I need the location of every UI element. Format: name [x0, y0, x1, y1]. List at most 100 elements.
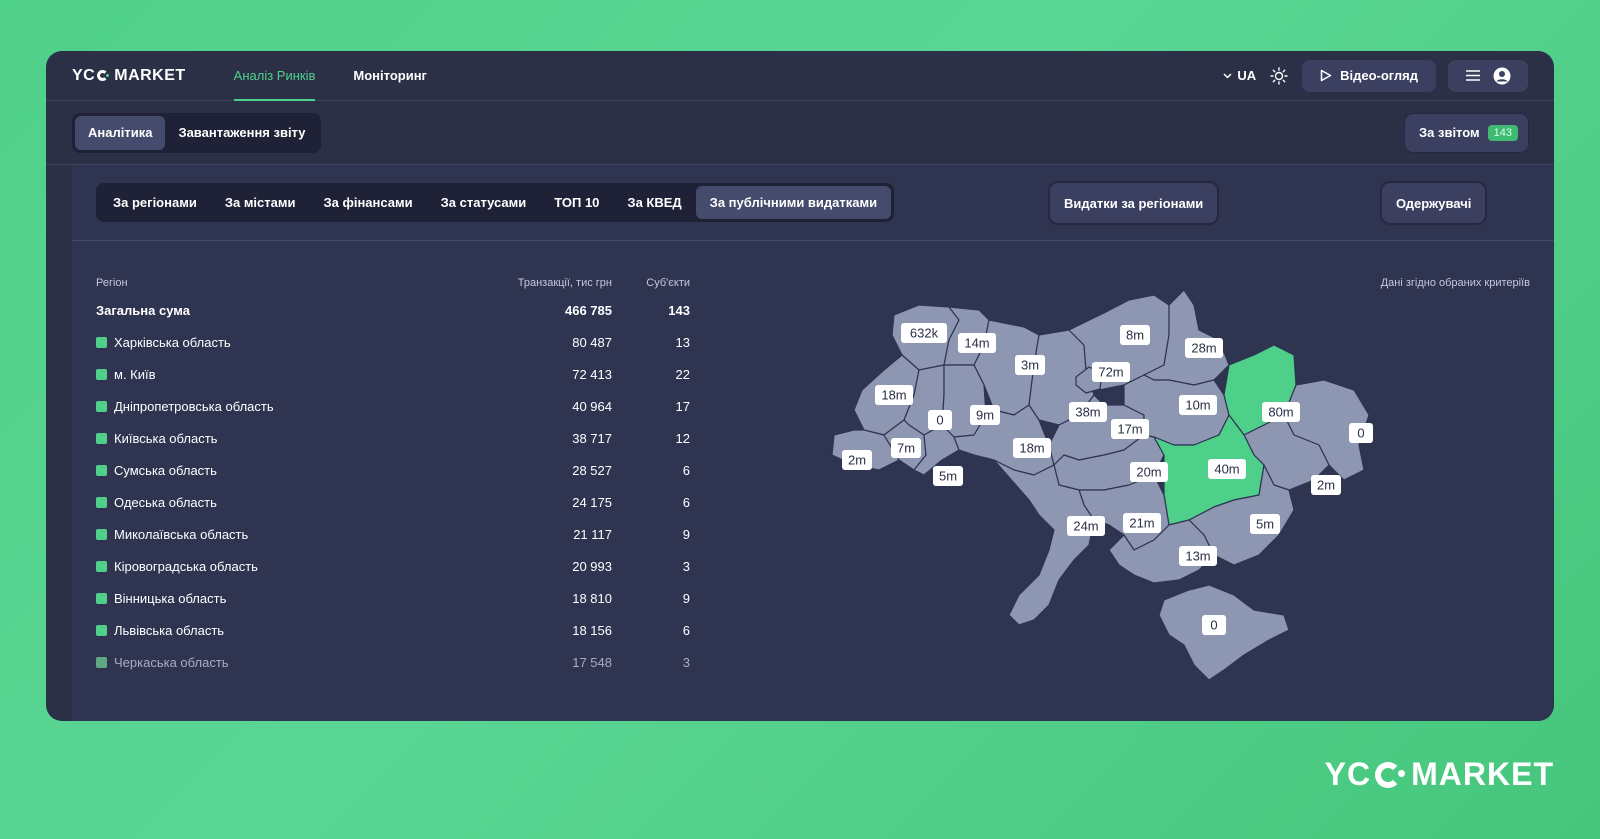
nav-market-analysis[interactable]: Аналіз Ринків [233, 51, 315, 101]
row-region-name: Сумська область [114, 462, 217, 478]
tab-by-kved[interactable]: За КВЕД [613, 186, 695, 219]
header-amount[interactable]: Транзакції, тис грн [472, 277, 612, 289]
language-selector[interactable]: UA [1223, 68, 1256, 83]
logo[interactable]: YC MARKET [72, 67, 186, 85]
table-row[interactable]: Вінницька область 18 810 9 [96, 582, 690, 614]
map-value-text: 0 [1357, 426, 1364, 441]
main-nav: Аналіз Ринків Моніторинг [233, 51, 465, 101]
map-value-label: 0 [928, 410, 952, 430]
map-value-text: 632k [910, 326, 939, 341]
map-value-label: 0 [1349, 423, 1373, 443]
table-row[interactable]: Сумська область 28 527 6 [96, 454, 690, 486]
map-value-label: 80m [1262, 402, 1300, 422]
chevron-down-icon [1223, 72, 1232, 79]
row-color-marker [96, 624, 107, 636]
tab-top-10[interactable]: ТОП 10 [540, 186, 613, 219]
filters-row: За регіонами За містами За фінансами За … [72, 165, 1554, 241]
total-amount: 466 785 [565, 302, 612, 318]
row-region-name: Одеська область [114, 494, 217, 510]
map-value-text: 14m [964, 336, 989, 351]
row-count: 6 [682, 622, 690, 638]
row-count: 12 [675, 430, 690, 446]
top-bar: YC MARKET Аналіз Ринків Моніторинг UA Ві… [46, 51, 1554, 101]
tab-by-finances[interactable]: За фінансами [309, 186, 426, 219]
map-value-text: 5m [939, 469, 957, 484]
map-value-text: 9m [976, 408, 994, 423]
by-report-button[interactable]: За звітом 143 [1405, 113, 1528, 152]
tab-by-statuses[interactable]: За статусами [427, 186, 541, 219]
theme-toggle[interactable] [1268, 65, 1290, 87]
menu-profile-button[interactable] [1448, 59, 1528, 92]
row-region-name: Харківська область [114, 334, 231, 350]
table-row[interactable]: Харківська область 80 487 13 [96, 326, 690, 358]
tab-analytics[interactable]: Аналітика [75, 115, 166, 150]
spending-by-regions-button[interactable]: Видатки за регіонами [1050, 183, 1218, 223]
table-row[interactable]: Одеська область 24 175 6 [96, 486, 690, 518]
row-region: Харківська область [96, 335, 472, 350]
regions-table: Регіон Транзакції, тис грн Суб'єкти Зага… [96, 272, 690, 678]
table-row[interactable]: Львівська область 18 156 6 [96, 614, 690, 646]
ukraine-map: 632k 14m 3m 8m 28m 72m 18m 0 9m 38m 10m 80m 0 17m 7m 2m… [831, 289, 1373, 681]
map-value-label: 7m [891, 438, 921, 458]
row-color-marker [96, 592, 107, 604]
row-count: 13 [675, 334, 690, 350]
table-header: Регіон Транзакції, тис грн Суб'єкти [96, 272, 690, 294]
map-value-text: 10m [1185, 398, 1210, 413]
map-value-text: 21m [1129, 516, 1154, 531]
row-region: м. Київ [96, 367, 472, 382]
row-region-name: Миколаївська область [114, 526, 249, 542]
map-value-label: 14m [958, 333, 996, 353]
row-color-marker [96, 400, 107, 412]
header-count[interactable]: Суб'єкти [612, 277, 690, 289]
table-row[interactable]: Кіровоградська область 20 993 3 [96, 550, 690, 582]
content-panel: За регіонами За містами За фінансами За … [72, 165, 1554, 721]
map-value-label: 2m [842, 450, 872, 470]
map-value-text: 38m [1075, 405, 1100, 420]
row-count: 6 [682, 462, 690, 478]
tab-by-cities[interactable]: За містами [211, 186, 310, 219]
recipients-button[interactable]: Одержувачі [1382, 183, 1486, 223]
map-value-label: 17m [1111, 419, 1149, 439]
total-label: Загальна сума [96, 302, 190, 318]
map-value-text: 2m [848, 453, 866, 468]
row-color-marker [96, 496, 107, 508]
row-amount: 38 717 [572, 430, 612, 446]
map-value-text: 28m [1191, 341, 1216, 356]
map-value-text: 20m [1136, 465, 1161, 480]
tab-report-download[interactable]: Завантаження звіту [165, 116, 318, 150]
row-count: 9 [682, 590, 690, 606]
logo-text-right: MARKET [114, 66, 186, 84]
map-value-label: 0 [1202, 615, 1226, 635]
footer-logo-c-icon [1375, 761, 1406, 788]
map-value-label: 5m [933, 466, 963, 486]
table-row[interactable]: Дніпропетровська область 40 964 17 [96, 390, 690, 422]
row-region-name: м. Київ [114, 366, 156, 382]
map-value-text: 8m [1126, 328, 1144, 343]
map-value-text: 18m [1019, 441, 1044, 456]
row-region: Дніпропетровська область [96, 399, 472, 414]
header-region[interactable]: Регіон [96, 277, 472, 289]
table-row[interactable]: м. Київ 72 413 22 [96, 358, 690, 390]
row-region: Черкаська область [96, 655, 472, 670]
row-color-marker [96, 528, 107, 540]
table-row[interactable]: Черкаська область 17 548 3 [96, 646, 690, 678]
table-row[interactable]: Київська область 38 717 12 [96, 422, 690, 454]
map-value-text: 80m [1268, 405, 1293, 420]
row-amount: 28 527 [572, 462, 612, 478]
row-color-marker [96, 656, 107, 668]
app-window: YC MARKET Аналіз Ринків Моніторинг UA Ві… [46, 51, 1554, 721]
nav-monitoring[interactable]: Моніторинг [353, 51, 427, 100]
row-color-marker [96, 560, 107, 572]
row-amount: 24 175 [572, 494, 612, 510]
row-region: Миколаївська область [96, 527, 472, 542]
sun-icon [1270, 66, 1288, 85]
row-amount: 40 964 [572, 398, 612, 414]
table-row[interactable]: Миколаївська область 21 117 9 [96, 518, 690, 550]
video-review-button[interactable]: Відео-огляд [1302, 59, 1436, 92]
tab-by-regions[interactable]: За регіонами [99, 186, 211, 219]
tab-by-public-spending[interactable]: За публічними видатками [695, 186, 892, 219]
map-value-label: 5m [1250, 514, 1280, 534]
map-value-text: 13m [1185, 549, 1210, 564]
map-value-label: 13m [1179, 546, 1217, 566]
logo-c-icon [97, 70, 110, 81]
